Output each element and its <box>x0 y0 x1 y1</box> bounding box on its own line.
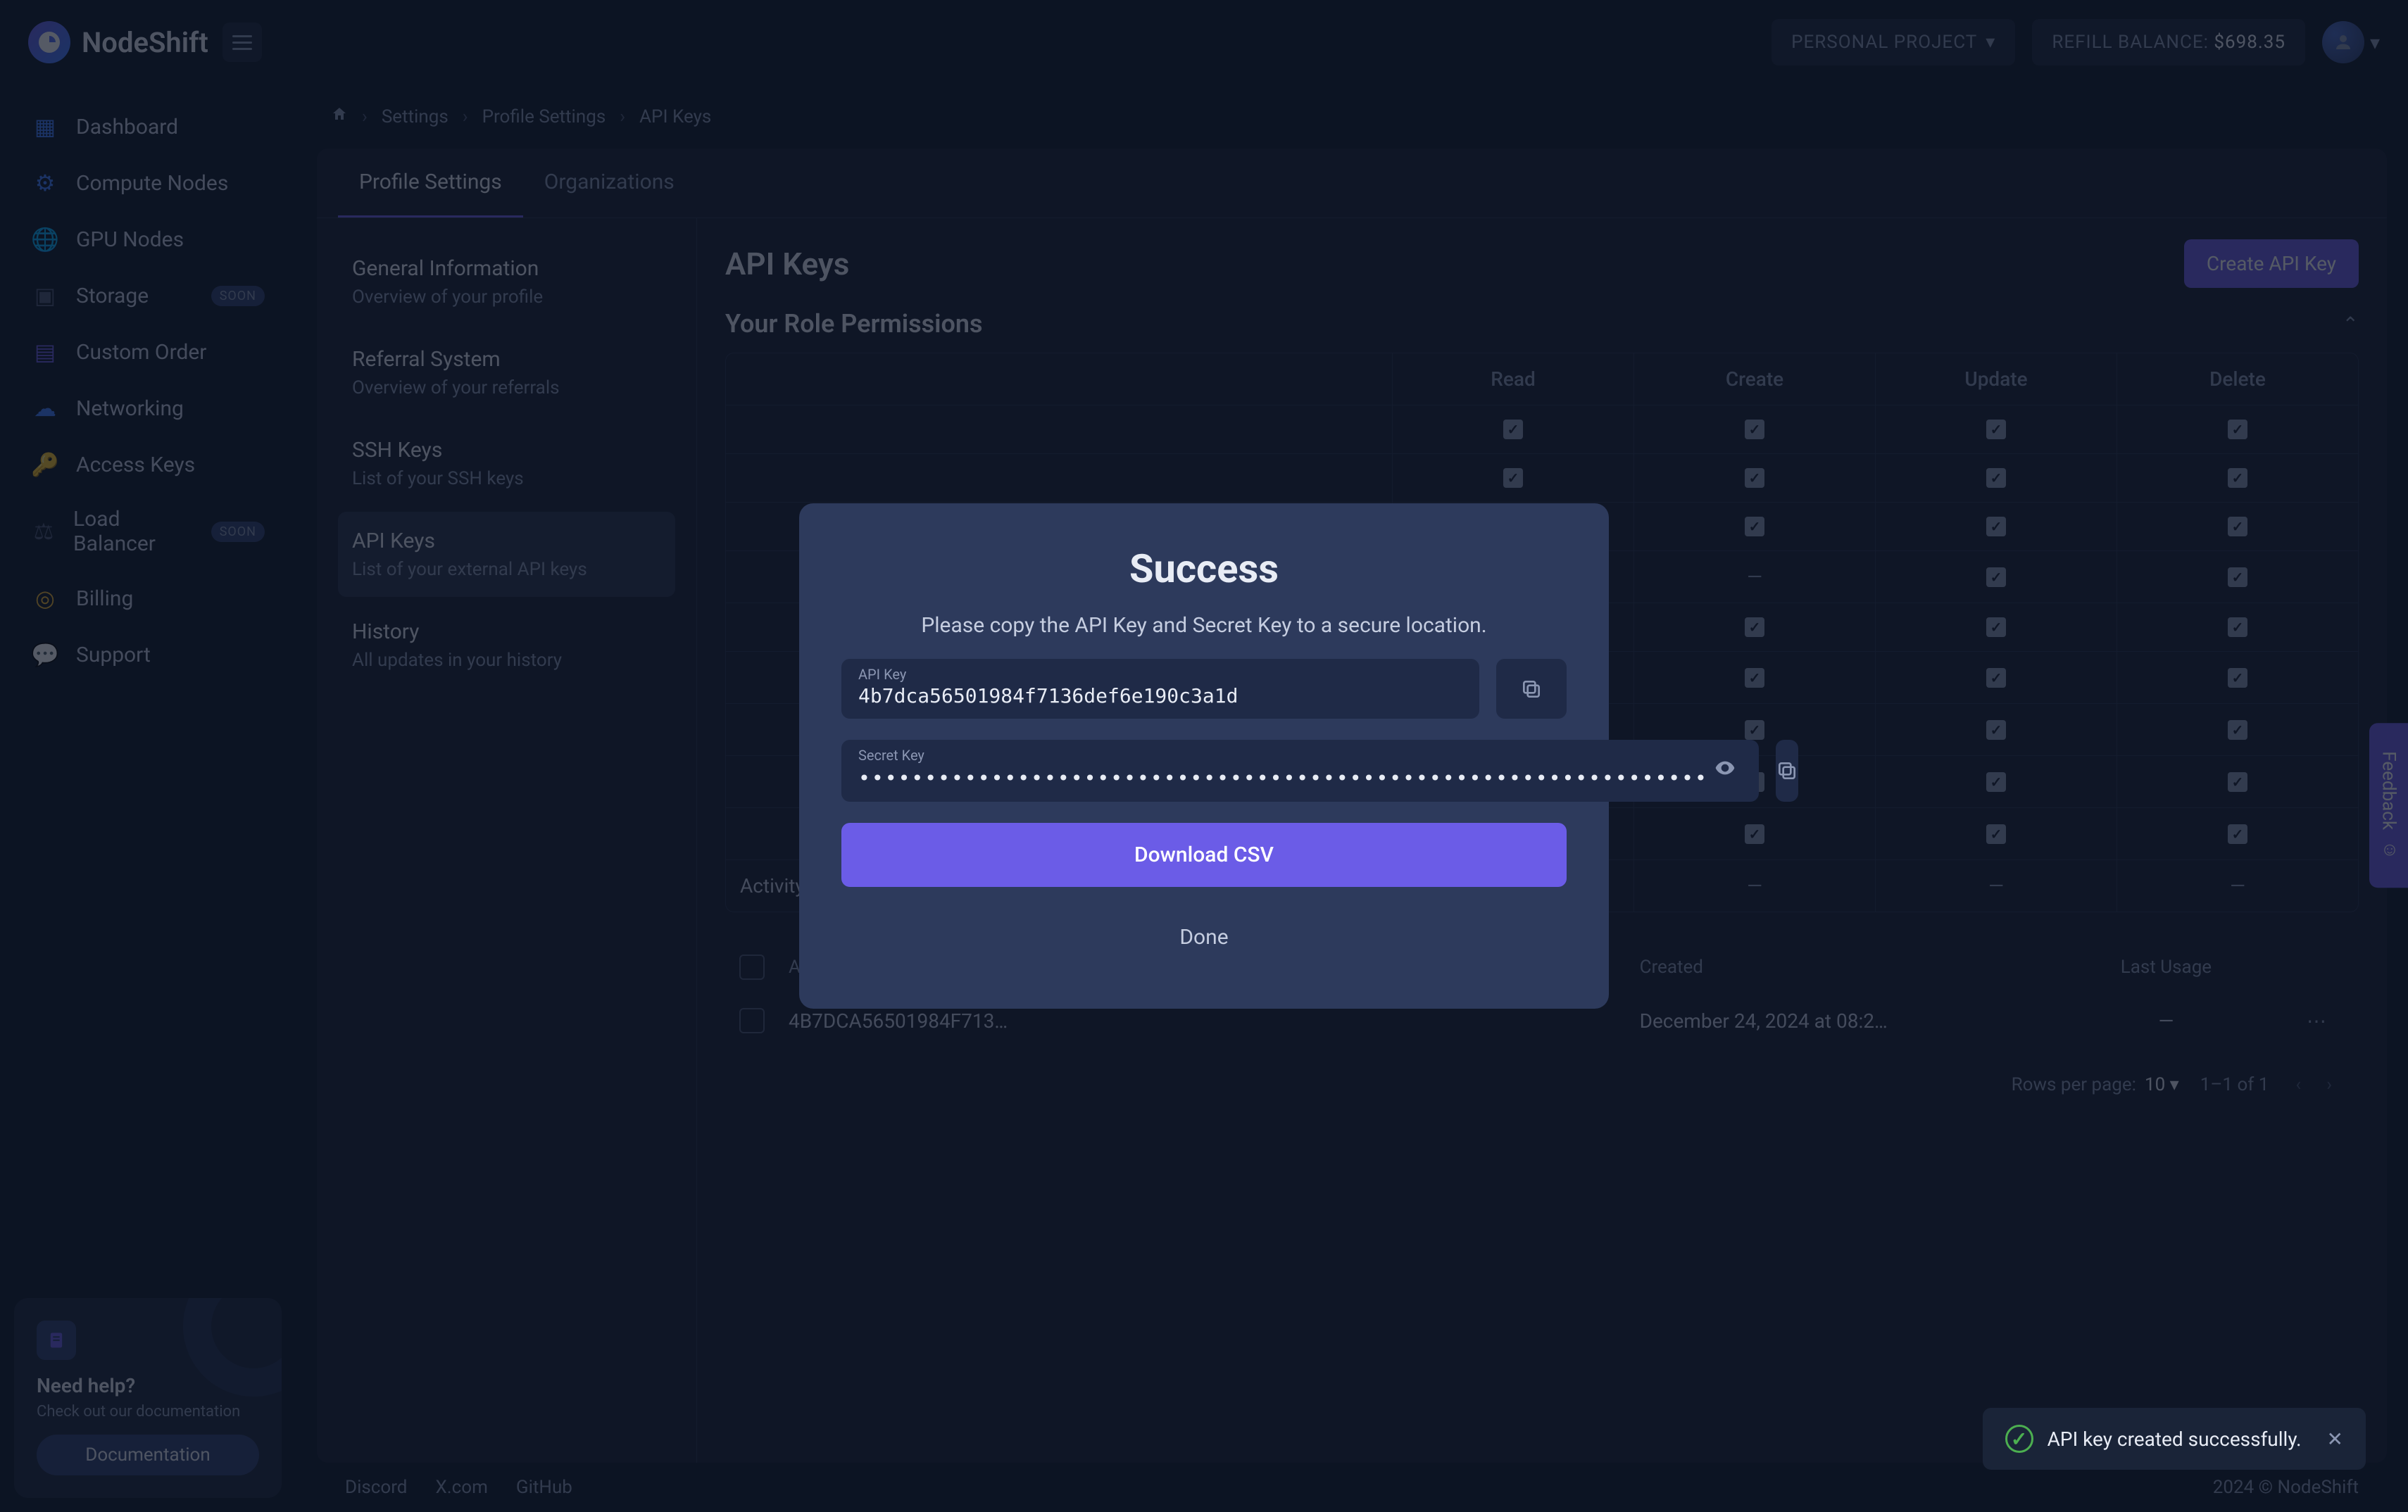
modal-subtitle: Please copy the API Key and Secret Key t… <box>841 613 1567 638</box>
done-button[interactable]: Done <box>841 908 1567 966</box>
api-key-label: API Key <box>858 666 906 683</box>
success-modal: Success Please copy the API Key and Secr… <box>799 503 1609 1009</box>
toast-message: API key created successfully. <box>2048 1428 2302 1451</box>
success-toast: ✓ API key created successfully. ✕ <box>1983 1408 2366 1470</box>
close-toast-button[interactable]: ✕ <box>2327 1428 2343 1451</box>
copy-secret-key-button[interactable] <box>1776 740 1798 802</box>
secret-key-value: ••••••••••••••••••••••••••••••••••••••••… <box>858 767 1708 790</box>
modal-title: Success <box>841 546 1567 592</box>
download-csv-button[interactable]: Download CSV <box>841 823 1567 887</box>
copy-api-key-button[interactable] <box>1496 659 1567 719</box>
api-key-value: 4b7dca56501984f7136def6e190c3a1d <box>858 684 1462 707</box>
secret-key-label: Secret Key <box>858 747 924 764</box>
modal-overlay: Success Please copy the API Key and Secr… <box>0 0 2408 1512</box>
check-circle-icon: ✓ <box>2005 1425 2033 1453</box>
toggle-secret-visibility-button[interactable] <box>1708 751 1742 790</box>
